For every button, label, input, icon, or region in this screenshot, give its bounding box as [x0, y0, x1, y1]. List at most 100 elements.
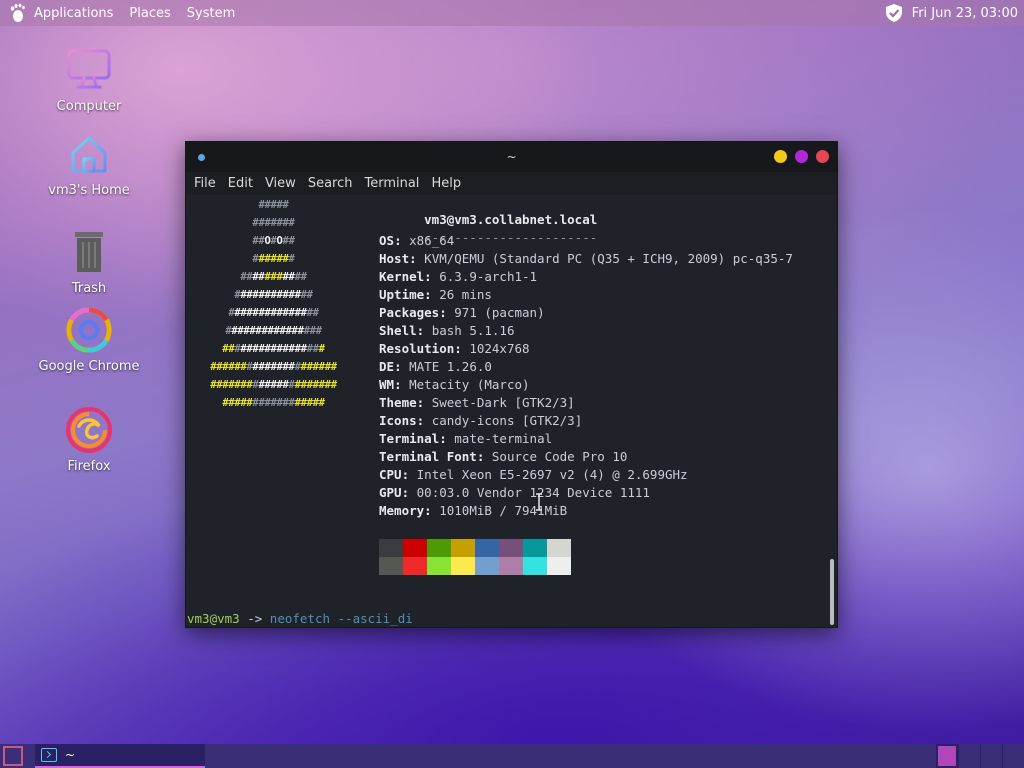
workspace-1[interactable] [936, 744, 958, 768]
info-value: x86_64 [409, 233, 455, 248]
computer-icon [67, 49, 111, 89]
bottom-panel: ~ [0, 744, 1024, 768]
firefox-icon [66, 407, 112, 453]
info-value: MATE 1.26.0 [409, 359, 492, 374]
color-swatch [379, 557, 403, 575]
system-menu[interactable]: System [179, 0, 243, 26]
maximize-button[interactable] [795, 150, 808, 163]
color-swatch [523, 557, 547, 575]
minimize-button[interactable] [774, 150, 787, 163]
desktop-icon-label: vm3's Home [48, 183, 130, 198]
color-swatch [451, 539, 475, 557]
close-button[interactable] [816, 150, 829, 163]
desktop-icon-label: Google Chrome [38, 359, 140, 374]
info-key: Shell [379, 323, 417, 338]
applications-menu[interactable]: Applications [0, 0, 121, 26]
info-value: 00:03.0 Vendor 1234 Device 1111 [416, 485, 650, 500]
info-row-shell: Shell: bash 5.1.16 [379, 323, 515, 338]
workspace-2[interactable] [958, 744, 980, 768]
prompt-command: neofetch --ascii_di [269, 611, 413, 626]
workspace-4[interactable] [1002, 744, 1024, 768]
info-row-cpu: CPU: Intel Xeon E5-2697 v2 (4) @ 2.699GH… [379, 467, 688, 482]
places-menu[interactable]: Places [121, 0, 178, 26]
info-value: Source Code Pro 10 [491, 449, 628, 464]
info-value: Sweet-Dark [GTK2/3] [431, 395, 575, 410]
info-row-host: Host: KVM/QEMU (Standard PC (Q35 + ICH9,… [379, 251, 793, 266]
info-key: Memory [379, 503, 425, 518]
window-title: ~ [506, 150, 517, 164]
color-swatch [427, 557, 451, 575]
info-key: Terminal [379, 431, 440, 446]
info-value: candy-icons [GTK2/3] [431, 413, 583, 428]
info-key: Uptime [379, 287, 425, 302]
text-cursor-icon [536, 493, 542, 511]
info-row-terminal: Terminal: mate-terminal [379, 431, 553, 446]
desktop-icon-trash[interactable]: Trash [34, 228, 144, 296]
desktop-icon-firefox[interactable]: Firefox [34, 406, 144, 474]
system-label: System [186, 5, 236, 21]
info-row-wm: WM: Metacity (Marco) [379, 377, 530, 392]
taskbar-item-label: ~ [65, 748, 76, 762]
info-value: Intel Xeon E5-2697 v2 (4) @ 2.699GHz [416, 467, 688, 482]
window-menu-icon[interactable] [198, 154, 205, 161]
info-key: Kernel [379, 269, 425, 284]
desktop-icon-chrome[interactable]: Google Chrome [34, 306, 144, 374]
info-row-theme: Theme: Sweet-Dark [GTK2/3] [379, 395, 575, 410]
info-value: 1024x768 [469, 341, 530, 356]
chrome-icon [66, 307, 112, 353]
terminal-output[interactable]: ##### ####### ##O#O## ####### ##########… [186, 195, 837, 627]
desktop-icon-label: Firefox [67, 459, 111, 474]
info-key: GPU [379, 485, 402, 500]
color-swatch [403, 557, 427, 575]
menu-help[interactable]: Help [425, 176, 467, 191]
color-swatch [475, 539, 499, 557]
terminal-window[interactable]: ~ File Edit View Search Terminal Help ##… [185, 141, 838, 628]
top-panel: Applications Places System Fri Jun 23, 0… [0, 0, 1024, 26]
color-swatch [547, 539, 571, 557]
desktop-icon-home[interactable]: vm3's Home [34, 130, 144, 198]
applications-label: Applications [34, 5, 114, 21]
desktop-icon-label: Trash [71, 281, 107, 296]
info-row-terminal-font: Terminal Font: Source Code Pro 10 [379, 449, 628, 464]
home-folder-icon [71, 136, 107, 173]
color-swatch [499, 557, 523, 575]
info-key: OS [379, 233, 395, 248]
info-row-kernel: Kernel: 6.3.9-arch1-1 [379, 269, 538, 284]
color-swatch [451, 557, 475, 575]
taskbar-item-terminal[interactable]: ~ [35, 744, 205, 768]
terminal-scrollbar[interactable] [830, 559, 834, 625]
menu-search[interactable]: Search [302, 176, 359, 191]
color-swatch [523, 539, 547, 557]
workspace-switcher [936, 744, 1024, 768]
color-swatch [475, 557, 499, 575]
prompt-arrow: -> [239, 611, 270, 626]
places-label: Places [129, 5, 171, 21]
info-key: Host [379, 251, 410, 266]
shield-icon[interactable] [884, 3, 904, 23]
info-value: KVM/QEMU (Standard PC (Q35 + ICH9, 2009)… [424, 251, 793, 266]
info-key: Theme [379, 395, 417, 410]
info-value: 971 (pacman) [454, 305, 545, 320]
info-row-resolution: Resolution: 1024x768 [379, 341, 530, 356]
show-desktop-button[interactable] [3, 746, 23, 766]
menu-edit[interactable]: Edit [222, 176, 259, 191]
info-value: Metacity (Marco) [409, 377, 530, 392]
color-swatch [547, 557, 571, 575]
terminal-titlebar[interactable]: ~ [186, 142, 837, 172]
info-key: Icons [379, 413, 417, 428]
info-row-icons: Icons: candy-icons [GTK2/3] [379, 413, 583, 428]
menu-file[interactable]: File [188, 176, 222, 191]
trash-icon [75, 232, 103, 272]
clock[interactable]: Fri Jun 23, 03:00 [912, 6, 1018, 21]
info-value: 6.3.9-arch1-1 [439, 269, 538, 284]
color-swatch [379, 539, 403, 557]
info-key: Terminal Font [379, 449, 477, 464]
info-row-de: DE: MATE 1.26.0 [379, 359, 492, 374]
prompt-user: vm3@vm3 [187, 611, 240, 626]
menu-terminal[interactable]: Terminal [358, 176, 425, 191]
shell-prompt[interactable]: vm3@vm3 -> neofetch --ascii_di [187, 611, 413, 626]
workspace-3[interactable] [980, 744, 1002, 768]
desktop-icon-computer[interactable]: Computer [34, 46, 144, 114]
info-key: WM [379, 377, 395, 392]
menu-view[interactable]: View [259, 176, 302, 191]
